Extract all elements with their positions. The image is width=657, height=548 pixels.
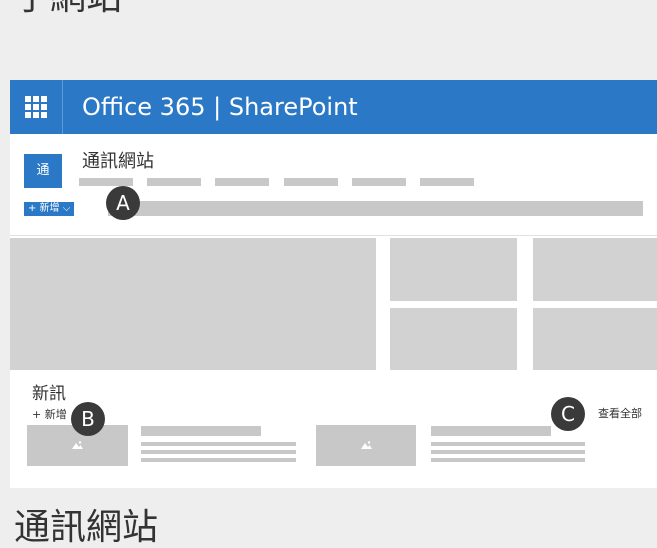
view-all-link[interactable]: 查看全部 [598, 405, 642, 421]
news-add-button[interactable]: + 新增 [32, 406, 67, 422]
news-section-title: 新訊 [32, 384, 66, 404]
news-text-placeholder [141, 450, 296, 454]
hero-tile[interactable] [533, 238, 657, 301]
news-text-placeholder [431, 442, 585, 446]
suite-bar: Office 365 | SharePoint [10, 80, 657, 134]
command-bar-placeholder [108, 201, 643, 216]
image-icon [72, 441, 83, 449]
hero-tile[interactable] [533, 308, 657, 370]
nav-item-placeholder[interactable] [284, 178, 338, 186]
site-logo[interactable]: 通 [24, 154, 62, 188]
nav-item-placeholder[interactable] [420, 178, 474, 186]
callout-b: B [71, 402, 105, 436]
news-text-placeholder [431, 450, 585, 454]
news-headline-placeholder[interactable] [141, 426, 261, 436]
nav-item-placeholder[interactable] [352, 178, 406, 186]
callout-a: A [106, 186, 140, 220]
news-thumbnail[interactable] [316, 425, 416, 466]
callout-c: C [551, 397, 585, 431]
news-text-placeholder [141, 442, 296, 446]
hero-tile[interactable] [390, 308, 517, 370]
news-text-placeholder [141, 458, 296, 462]
hero-tile[interactable] [390, 238, 517, 301]
nav-item-placeholder[interactable] [215, 178, 269, 186]
news-text-placeholder [431, 458, 585, 462]
divider [10, 235, 657, 236]
hero-main-tile[interactable] [10, 238, 376, 370]
app-launcher-icon [25, 96, 47, 118]
top-caption: 子網站 [14, 0, 122, 18]
app-launcher-button[interactable] [10, 80, 63, 134]
suite-brand[interactable]: Office 365 | SharePoint [82, 93, 358, 121]
new-button[interactable]: + 新增 ⌵ [24, 202, 75, 216]
bottom-caption: 通訊網站 [14, 507, 159, 548]
site-title[interactable]: 通訊網站 [82, 147, 154, 173]
nav-item-placeholder[interactable] [79, 178, 133, 186]
image-icon [361, 441, 372, 449]
nav-item-placeholder[interactable] [147, 178, 201, 186]
news-headline-placeholder[interactable] [431, 426, 551, 436]
